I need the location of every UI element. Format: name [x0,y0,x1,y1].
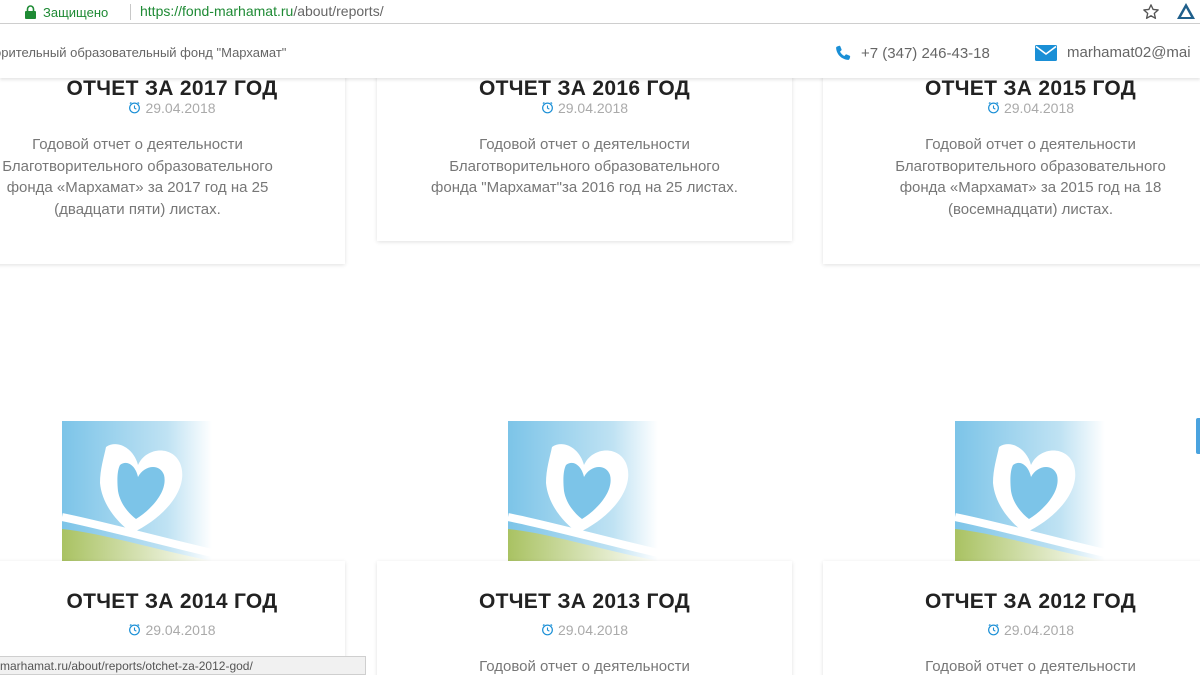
card-title[interactable]: ОТЧЕТ ЗА 2012 ГОД [823,590,1200,614]
site-title[interactable]: орительный образовательный фонд "Мархама… [0,45,286,60]
date-text: 29.04.2018 [1003,622,1075,638]
card-date: 29.04.2018 [823,100,1200,116]
card-date: 29.04.2018 [0,100,345,116]
desc-line: Благотворительного образовательного [449,157,720,175]
email-address: marhamat02@mai [1067,44,1191,61]
lock-icon [25,5,36,19]
card-date: 29.04.2018 [377,100,792,116]
desc-line: Годовой отчет о деятельности [479,136,690,153]
clock-icon [988,102,999,114]
clock-icon [129,102,141,114]
date-text: 29.04.2018 [557,100,629,116]
date-text: 29.04.2018 [1003,100,1075,116]
browser-address-bar[interactable]: Защищено https://fond-marhamat.ru/about/… [0,0,1200,24]
card-description: Годовой отчет о деятельности [377,656,792,675]
desc-line: Годовой отчет о деятельности [32,136,243,153]
status-bar-url: marhamat.ru/about/reports/otchet-za-2012… [0,656,366,675]
desc-line: Благотворительного образовательного [2,157,273,175]
clock-icon [542,624,553,636]
extension-icon[interactable] [1176,2,1196,22]
report-card-2017[interactable]: ОТЧЕТ ЗА 2017 ГОД 29.04.2018 Годовой отч… [0,78,345,264]
url-field[interactable]: https://fond-marhamat.ru/about/reports/ [140,3,384,19]
bookmark-star-icon[interactable] [1142,3,1160,21]
fund-logo[interactable] [955,421,1105,561]
report-card-2015[interactable]: ОТЧЕТ ЗА 2015 ГОД 29.04.2018 Годовой отч… [823,78,1200,264]
card-title[interactable]: ОТЧЕТ ЗА 2015 ГОД [823,78,1200,101]
url-host: fond-marhamat.ru [182,3,294,19]
card-date: 29.04.2018 [0,622,345,638]
reports-grid: ОТЧЕТ ЗА 2017 ГОД 29.04.2018 Годовой отч… [0,78,1200,675]
desc-line: фонда «Мархамат» за 2015 год на 18 [899,179,1162,196]
date-text: 29.04.2018 [145,100,216,116]
card-date: 29.04.2018 [823,622,1200,638]
card-title[interactable]: ОТЧЕТ ЗА 2017 ГОД [0,78,345,101]
header-email[interactable]: marhamat02@mai [1035,44,1191,61]
card-description: Годовой отчет о деятельности Благотворит… [0,134,345,220]
fund-logo[interactable] [508,421,658,561]
url-protocol: https:// [140,3,183,19]
desc-line: Годовой отчет о деятельности [925,658,1136,675]
side-scroll-tab[interactable] [1196,418,1200,454]
desc-line: фонда «Мархамат» за 2017 год на 25 [6,179,269,196]
report-card-2016[interactable]: ОТЧЕТ ЗА 2016 ГОД 29.04.2018 Годовой отч… [377,78,792,241]
address-separator [130,4,131,20]
card-description: Годовой отчет о деятельности Благотворит… [377,134,792,199]
phone-number: +7 (347) 246-43-18 [861,44,990,62]
report-card-2013[interactable]: ОТЧЕТ ЗА 2013 ГОД 29.04.2018 Годовой отч… [377,561,792,675]
desc-line: фонда "Мархамат"за 2016 год на 25 листах… [431,179,738,196]
desc-line: (двадцати пяти) листах. [54,200,221,218]
card-description: Годовой отчет о деятельности [823,656,1200,675]
site-header: орительный образовательный фонд "Мархама… [0,24,1200,78]
desc-line: (восемнадцати) листах. [947,200,1114,218]
card-date: 29.04.2018 [377,622,792,638]
card-title[interactable]: ОТЧЕТ ЗА 2014 ГОД [0,590,345,614]
report-card-2012[interactable]: ОТЧЕТ ЗА 2012 ГОД 29.04.2018 Годовой отч… [823,561,1200,675]
desc-line: Годовой отчет о деятельности [479,658,690,675]
clock-icon [988,624,999,636]
header-phone[interactable]: +7 (347) 246-43-18 [834,44,990,62]
card-description: Годовой отчет о деятельности Благотворит… [823,134,1200,220]
desc-line: Годовой отчет о деятельности [925,136,1136,153]
card-title[interactable]: ОТЧЕТ ЗА 2016 ГОД [377,78,792,101]
clock-icon [129,624,141,636]
desc-line: Благотворительного образовательного [895,157,1166,175]
date-text: 29.04.2018 [145,622,216,638]
date-text: 29.04.2018 [557,622,629,638]
secure-label: Защищено [43,4,109,20]
secure-indicator[interactable]: Защищено [24,3,108,21]
card-title[interactable]: ОТЧЕТ ЗА 2013 ГОД [377,590,792,614]
clock-icon [542,102,553,114]
mail-icon [1035,44,1057,61]
fund-logo[interactable] [62,421,212,561]
phone-icon [836,45,851,60]
url-path: /about/reports/ [293,3,384,19]
